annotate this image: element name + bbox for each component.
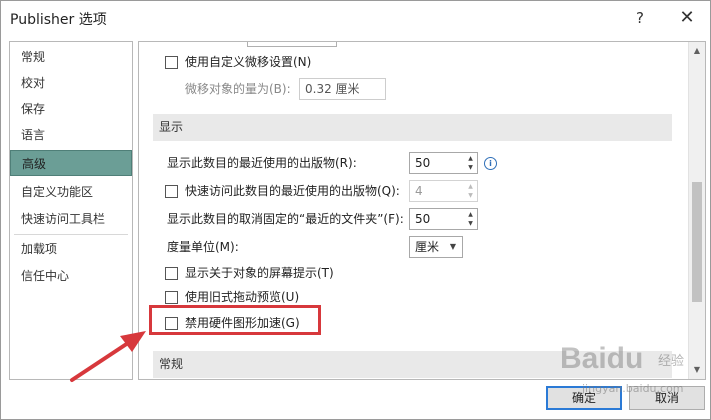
dialog-title: Publisher 选项 <box>10 12 107 28</box>
highlight-box <box>149 305 321 335</box>
screen-tips-label: 显示关于对象的屏幕提示(T) <box>185 266 334 280</box>
units-label: 度量单位(M): <box>167 240 239 254</box>
close-icon[interactable]: ✕ <box>673 5 701 31</box>
spin-up-icon[interactable]: ▲ <box>466 210 475 219</box>
screen-tips-checkbox[interactable] <box>165 267 178 280</box>
chevron-down-icon: ▼ <box>449 242 456 251</box>
recent-pubs-value: 50 <box>415 156 431 170</box>
unpinned-folders-spinner[interactable]: 50 ▲ ▼ <box>409 208 478 230</box>
scroll-thumb[interactable] <box>692 182 702 302</box>
custom-nudge-label: 使用自定义微移设置(N) <box>185 55 312 69</box>
nudge-amount-input[interactable]: 0.32 厘米 <box>299 78 386 100</box>
sidebar-item-trust-center[interactable]: 信任中心 <box>10 263 132 289</box>
spin-down-icon[interactable]: ▼ <box>466 219 475 228</box>
info-icon[interactable]: i <box>484 157 497 170</box>
scroll-up-icon[interactable]: ▲ <box>689 44 705 58</box>
recent-pubs-label: 显示此数目的最近使用的出版物(R): <box>167 156 357 170</box>
recent-pubs-spinner[interactable]: 50 ▲ ▼ <box>409 152 478 174</box>
legacy-drag-checkbox[interactable] <box>165 291 178 304</box>
sidebar-item-language[interactable]: 语言 <box>10 122 132 148</box>
spin-down-icon: ▼ <box>468 192 473 199</box>
spin-down-icon[interactable]: ▼ <box>466 163 475 172</box>
partial-field <box>247 42 337 47</box>
ok-button[interactable]: 确定 <box>546 386 622 410</box>
sidebar-item-customize-ribbon[interactable]: 自定义功能区 <box>10 179 132 205</box>
display-section-header: 显示 <box>153 114 672 141</box>
spin-up-icon: ▲ <box>468 183 473 190</box>
quick-access-recent-label: 快速访问此数目的最近使用的出版物(Q): <box>185 184 400 198</box>
sidebar-item-proofing[interactable]: 校对 <box>10 70 132 96</box>
scroll-down-icon[interactable]: ▼ <box>689 363 705 377</box>
quick-access-recent-value: 4 <box>415 184 423 198</box>
quick-access-recent-checkbox[interactable] <box>165 185 178 198</box>
sidebar-item-advanced[interactable]: 高级 <box>10 150 132 176</box>
quick-access-recent-spinner: 4 ▲ ▼ <box>409 180 478 202</box>
sidebar-divider <box>14 234 128 235</box>
custom-nudge-checkbox[interactable] <box>165 56 178 69</box>
cancel-button[interactable]: 取消 <box>629 386 705 410</box>
nudge-amount-label: 微移对象的量为(B): <box>185 82 291 96</box>
sidebar-item-save[interactable]: 保存 <box>10 96 132 122</box>
unpinned-folders-label: 显示此数目的取消固定的“最近的文件夹”(F): <box>167 212 404 226</box>
help-icon[interactable]: ? <box>629 7 651 29</box>
options-dialog: Publisher 选项 ? ✕ 常规 校对 保存 语言 高级 自定义功能区 快… <box>0 0 711 420</box>
spin-up-icon[interactable]: ▲ <box>466 154 475 163</box>
vertical-scrollbar[interactable]: ▲ ▼ <box>688 42 705 379</box>
units-dropdown[interactable]: 厘米 ▼ <box>409 236 463 258</box>
units-value: 厘米 <box>415 240 440 254</box>
sidebar-item-add-ins[interactable]: 加载项 <box>10 236 132 262</box>
sidebar-item-general[interactable]: 常规 <box>10 44 132 70</box>
sidebar-item-quick-access-toolbar[interactable]: 快速访问工具栏 <box>10 206 132 232</box>
options-sidebar: 常规 校对 保存 语言 高级 自定义功能区 快速访问工具栏 加载项 信任中心 <box>9 41 133 380</box>
title-bar: Publisher 选项 ? ✕ <box>1 1 710 35</box>
general-section-header: 常规 <box>153 351 672 378</box>
unpinned-folders-value: 50 <box>415 212 431 226</box>
